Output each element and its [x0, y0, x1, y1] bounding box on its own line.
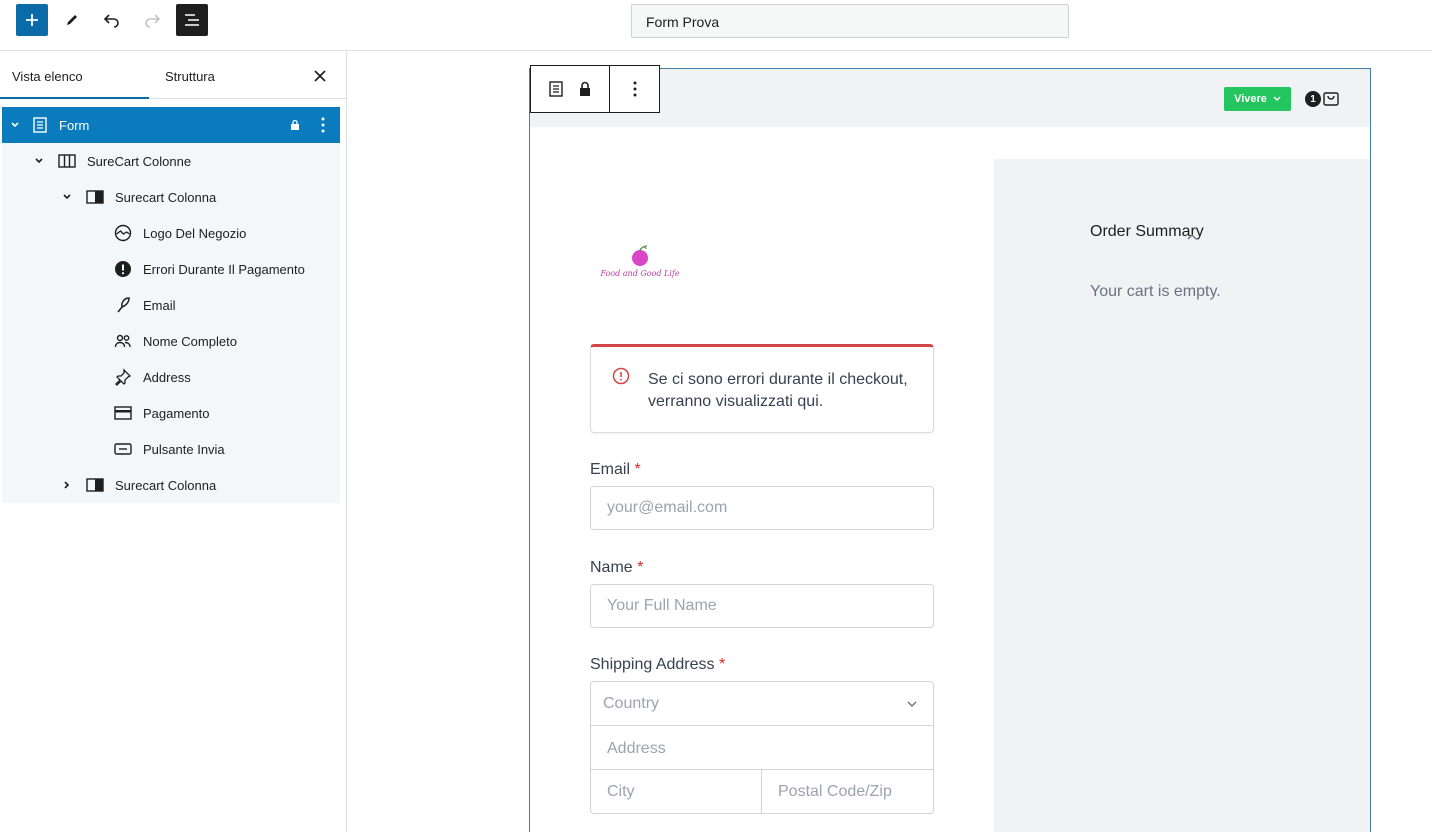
add-icon	[26, 14, 38, 26]
chevron-down-icon	[1273, 96, 1281, 101]
store-logo-icon	[113, 223, 133, 243]
country-placeholder: Country	[603, 695, 660, 712]
more-options-icon[interactable]	[313, 115, 333, 135]
tree-item-label: Email	[143, 297, 176, 313]
postal-code-placeholder: Postal Code/Zip	[778, 783, 892, 800]
feather-icon	[113, 295, 133, 315]
tree-item-address[interactable]: Address	[2, 359, 340, 395]
error-icon	[113, 259, 133, 279]
button-icon	[113, 439, 133, 459]
sidebar-tabs: Vista elenco Struttura	[0, 51, 346, 99]
pencil-icon	[67, 15, 77, 25]
form-icon	[30, 115, 50, 135]
tree-item-label: Nome Completo	[143, 333, 237, 349]
email-label: Email *	[590, 461, 641, 478]
city-placeholder: City	[607, 783, 635, 800]
chevron-down-icon	[907, 701, 917, 707]
cart-count-badge: 1	[1305, 91, 1321, 107]
undo-icon	[103, 14, 119, 28]
chevron-right-icon[interactable]	[60, 478, 74, 492]
order-summary-column: Order Summary Your cart is empty.	[994, 159, 1370, 832]
close-icon	[314, 70, 326, 82]
name-field[interactable]: Your Full Name	[590, 584, 934, 628]
tree-item-label: Surecart Colonna	[115, 189, 217, 205]
column-icon	[85, 187, 105, 207]
pin-icon	[113, 367, 133, 387]
edit-tool-button[interactable]	[56, 4, 88, 36]
tree-item-label: SureCart Colonne	[87, 153, 192, 169]
mode-toggle-button[interactable]: Vivere	[1224, 87, 1291, 111]
tree-item-email[interactable]: Email	[2, 287, 340, 323]
tab-struttura[interactable]: Struttura	[149, 51, 269, 99]
cherry-logo-icon	[632, 245, 648, 266]
tree-item-nome-completo[interactable]: Nome Completo	[2, 323, 340, 359]
form-block[interactable]: Vivere 1 Order Summary Your cart is empt…	[529, 65, 1371, 832]
undo-button[interactable]	[96, 4, 128, 36]
store-logo: Food and Good Life	[592, 245, 688, 291]
tree-item-logo-del-negozio[interactable]: Logo Del Negozio	[2, 215, 340, 251]
checkout-errors-message: Se ci sono errori durante il checkout, v…	[648, 371, 908, 410]
tree-item-errori-pagamento[interactable]: Errori Durante Il Pagamento	[2, 251, 340, 287]
logo-text: Food and Good Life	[600, 269, 680, 278]
add-block-button[interactable]	[16, 4, 48, 36]
alert-circle-icon	[612, 367, 630, 385]
lock-icon[interactable]	[578, 81, 592, 97]
tree-item-surecart-colonne[interactable]: SureCart Colonne	[2, 143, 340, 179]
tree-item-label: Form	[59, 117, 90, 133]
tree-item-surecart-colonna[interactable]: Surecart Colonna	[2, 179, 340, 215]
address-placeholder: Address	[607, 740, 666, 757]
tree-item-form[interactable]: Form	[2, 107, 340, 143]
checkout-errors-alert: Se ci sono errori durante il checkout, v…	[590, 344, 934, 433]
lock-icon	[285, 115, 305, 135]
postal-code-field[interactable]: Postal Code/Zip	[762, 770, 933, 813]
tree-item-label: Address	[143, 369, 191, 385]
people-icon	[113, 331, 133, 351]
block-toolbar	[530, 65, 660, 113]
columns-icon	[57, 151, 77, 171]
shipping-address-group: Country Address City Postal Code/Zip	[590, 681, 934, 814]
redo-icon	[145, 14, 161, 28]
document-title[interactable]: Form Prova	[631, 4, 1069, 38]
redo-button[interactable]	[136, 4, 168, 36]
address-field[interactable]: Address	[591, 726, 933, 770]
tree-item-pagamento[interactable]: Pagamento	[2, 395, 340, 431]
tree-item-label: Errori Durante Il Pagamento	[143, 261, 305, 277]
shipping-address-label: Shipping Address *	[590, 656, 726, 673]
tree-item-label: Pagamento	[143, 405, 210, 421]
block-options-button[interactable]	[610, 66, 659, 112]
tree-item-label: Pulsante Invia	[143, 441, 225, 457]
city-field[interactable]: City	[591, 770, 762, 813]
block-type-group	[531, 66, 610, 112]
credit-card-icon	[113, 403, 133, 423]
list-view-sidebar: Vista elenco Struttura Form SureCart Col…	[0, 51, 347, 832]
more-options-icon	[633, 81, 636, 97]
cart-empty-text: Your cart is empty.	[1090, 283, 1221, 300]
mode-toggle-label: Vivere	[1234, 93, 1267, 105]
column-icon	[85, 475, 105, 495]
shopping-bag-icon[interactable]	[1322, 89, 1340, 107]
editor-canvas: Vivere 1 Order Summary Your cart is empt…	[347, 51, 1432, 832]
tree-item-label: Surecart Colonna	[115, 477, 217, 493]
list-view-icon	[185, 14, 199, 26]
country-select[interactable]: Country	[591, 682, 933, 726]
email-field[interactable]: your@email.com	[590, 486, 934, 530]
block-tree: Form SureCart Colonne Surecart Colonna L…	[2, 107, 340, 503]
chevron-down-icon[interactable]	[60, 190, 74, 204]
name-label: Name *	[590, 559, 644, 576]
close-sidebar-button[interactable]	[309, 65, 331, 87]
tree-item-label: Logo Del Negozio	[143, 225, 247, 241]
tree-item-pulsante-invia[interactable]: Pulsante Invia	[2, 431, 340, 467]
tree-item-surecart-colonna-2[interactable]: Surecart Colonna	[2, 467, 340, 503]
chevron-down-icon[interactable]	[32, 154, 46, 168]
editor-toolbar: Form Prova	[0, 0, 1432, 51]
list-view-button[interactable]	[176, 4, 208, 36]
chevron-up-icon[interactable]	[1186, 233, 1198, 241]
form-icon[interactable]	[548, 80, 564, 98]
tab-vista-elenco[interactable]: Vista elenco	[0, 51, 149, 99]
chevron-down-icon[interactable]	[8, 118, 22, 132]
